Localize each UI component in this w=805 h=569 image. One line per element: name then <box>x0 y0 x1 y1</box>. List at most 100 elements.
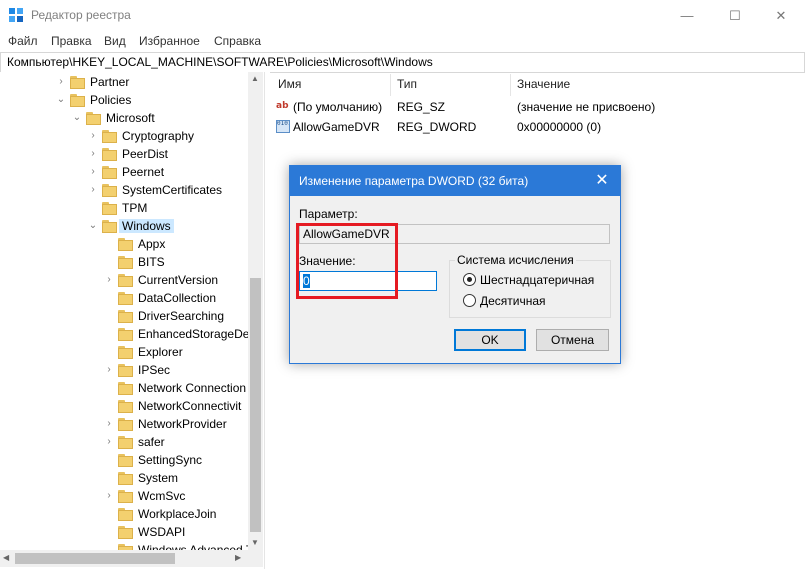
chevron-right-icon[interactable] <box>104 257 114 267</box>
chevron-right-icon[interactable] <box>104 239 114 249</box>
folder-icon <box>118 256 133 269</box>
tree-item[interactable]: › Partner <box>0 74 248 92</box>
chevron-right-icon[interactable] <box>104 401 114 411</box>
tree-item[interactable]: EnhancedStorageDe <box>0 326 249 344</box>
chevron-right-icon[interactable]: › <box>56 77 66 87</box>
value-data-text: 0 <box>303 274 310 288</box>
close-button[interactable]: ✕ <box>758 0 804 31</box>
address-bar[interactable]: Компьютер\HKEY_LOCAL_MACHINE\SOFTWARE\Po… <box>0 52 805 73</box>
tree-item[interactable]: DataCollection <box>0 290 248 308</box>
tree-item[interactable]: WorkplaceJoin <box>0 506 248 524</box>
menu-file[interactable]: Файл <box>8 34 38 48</box>
horizontal-scroll-thumb[interactable] <box>15 553 175 564</box>
radix-dec-radio[interactable] <box>463 294 476 307</box>
chevron-right-icon[interactable] <box>104 383 114 393</box>
chevron-down-icon[interactable]: ⌄ <box>72 113 82 123</box>
tree-item[interactable]: DriverSearching <box>0 308 248 326</box>
chevron-right-icon[interactable]: › <box>104 365 114 375</box>
minimize-button[interactable]: — <box>664 0 710 31</box>
tree-item[interactable]: ⌄ Policies <box>0 92 248 110</box>
tree-item[interactable]: ⌄ Windows <box>0 218 248 236</box>
tree-item[interactable]: BITS <box>0 254 248 272</box>
chevron-right-icon[interactable]: › <box>88 149 98 159</box>
column-divider[interactable] <box>510 74 511 96</box>
param-label: Параметр: <box>299 207 358 221</box>
chevron-right-icon[interactable] <box>104 329 114 339</box>
tree-item[interactable]: ⌄ Microsoft <box>0 110 248 128</box>
tree-item[interactable]: TPM <box>0 200 248 218</box>
chevron-right-icon[interactable] <box>104 455 114 465</box>
chevron-right-icon[interactable] <box>88 203 98 213</box>
chevron-right-icon[interactable]: › <box>104 275 114 285</box>
tree-item-label: NetworkProvider <box>138 417 227 431</box>
column-type-header[interactable]: Тип <box>397 77 417 91</box>
chevron-right-icon[interactable]: › <box>88 167 98 177</box>
tree-horizontal-scrollbar[interactable]: ◀ ▶ <box>0 550 263 567</box>
tree-item[interactable]: SettingSync <box>0 452 248 470</box>
radix-dec-label[interactable]: Десятичная <box>480 294 546 308</box>
value-data: (значение не присвоено) <box>517 100 656 114</box>
ok-button[interactable]: OK <box>454 329 526 351</box>
value-type: REG_SZ <box>397 100 446 114</box>
param-name-value: AllowGameDVR <box>303 227 390 241</box>
tree-item[interactable]: › NetworkProvider <box>0 416 248 434</box>
chevron-right-icon[interactable]: › <box>88 131 98 141</box>
chevron-down-icon[interactable]: ⌄ <box>88 221 98 231</box>
chevron-right-icon[interactable] <box>104 311 114 321</box>
tree-item[interactable]: NetworkConnectivit <box>0 398 248 416</box>
tree-item[interactable]: WSDAPI <box>0 524 248 542</box>
tree-item[interactable]: › WcmSvc <box>0 488 248 506</box>
radix-hex-label[interactable]: Шестнадцатеричная <box>480 273 594 287</box>
column-name-header[interactable]: Имя <box>278 77 301 91</box>
tree-item[interactable]: › CurrentVersion <box>0 272 248 290</box>
chevron-right-icon[interactable]: › <box>104 437 114 447</box>
tree-item[interactable]: › Cryptography <box>0 128 248 146</box>
tree-item[interactable]: › IPSec <box>0 362 248 380</box>
chevron-down-icon[interactable]: ⌄ <box>56 95 66 105</box>
tree-item[interactable]: Network Connection <box>0 380 248 398</box>
radix-hex-radio[interactable] <box>463 273 476 286</box>
menu-bar: Файл Правка Вид Избранное Справка <box>0 31 805 51</box>
tree-item[interactable]: › Peernet <box>0 164 248 182</box>
tree-item-label: DriverSearching <box>138 309 225 323</box>
tree-item-label: Partner <box>90 75 130 89</box>
dialog-close-icon[interactable]: ✕ <box>592 171 612 191</box>
maximize-button[interactable]: ☐ <box>712 0 758 31</box>
chevron-right-icon[interactable] <box>104 293 114 303</box>
value-row[interactable]: ab (По умолчанию) REG_SZ (значение не пр… <box>270 98 800 116</box>
chevron-right-icon[interactable] <box>104 347 114 357</box>
scroll-thumb[interactable] <box>250 278 261 532</box>
tree-item[interactable]: Appx <box>0 236 248 254</box>
menu-help[interactable]: Справка <box>214 34 261 48</box>
value-row[interactable]: 010110 AllowGameDVR REG_DWORD 0x00000000… <box>270 118 800 136</box>
tree-item[interactable]: Explorer <box>0 344 248 362</box>
value-data: 0x00000000 (0) <box>517 120 602 134</box>
tree-item[interactable]: › PeerDist <box>0 146 248 164</box>
column-data-header[interactable]: Значение <box>517 77 570 91</box>
folder-icon <box>102 166 117 179</box>
tree-item-label: Network Connection <box>138 381 247 395</box>
tree-item[interactable]: › safer <box>0 434 248 452</box>
cancel-button[interactable]: Отмена <box>536 329 609 351</box>
scroll-left-icon[interactable]: ◀ <box>3 553 9 562</box>
tree-vertical-scrollbar[interactable]: ▲ ▼ <box>248 72 263 550</box>
scroll-up-icon[interactable]: ▲ <box>251 74 259 83</box>
scroll-right-icon[interactable]: ▶ <box>235 553 241 562</box>
radix-group <box>449 260 611 318</box>
chevron-right-icon[interactable]: › <box>104 491 114 501</box>
menu-favorites[interactable]: Избранное <box>139 34 200 48</box>
menu-view[interactable]: Вид <box>104 34 126 48</box>
menu-edit[interactable]: Правка <box>51 34 92 48</box>
chevron-right-icon[interactable]: › <box>104 419 114 429</box>
chevron-right-icon[interactable] <box>104 527 114 537</box>
value-data-input[interactable]: 0 <box>299 271 437 291</box>
tree-item[interactable]: › SystemCertificates <box>0 182 248 200</box>
folder-icon <box>102 130 117 143</box>
folder-icon <box>118 364 133 377</box>
chevron-right-icon[interactable] <box>104 473 114 483</box>
column-divider[interactable] <box>390 74 391 96</box>
chevron-right-icon[interactable] <box>104 509 114 519</box>
scroll-down-icon[interactable]: ▼ <box>251 538 259 547</box>
tree-item[interactable]: System <box>0 470 248 488</box>
chevron-right-icon[interactable]: › <box>88 185 98 195</box>
